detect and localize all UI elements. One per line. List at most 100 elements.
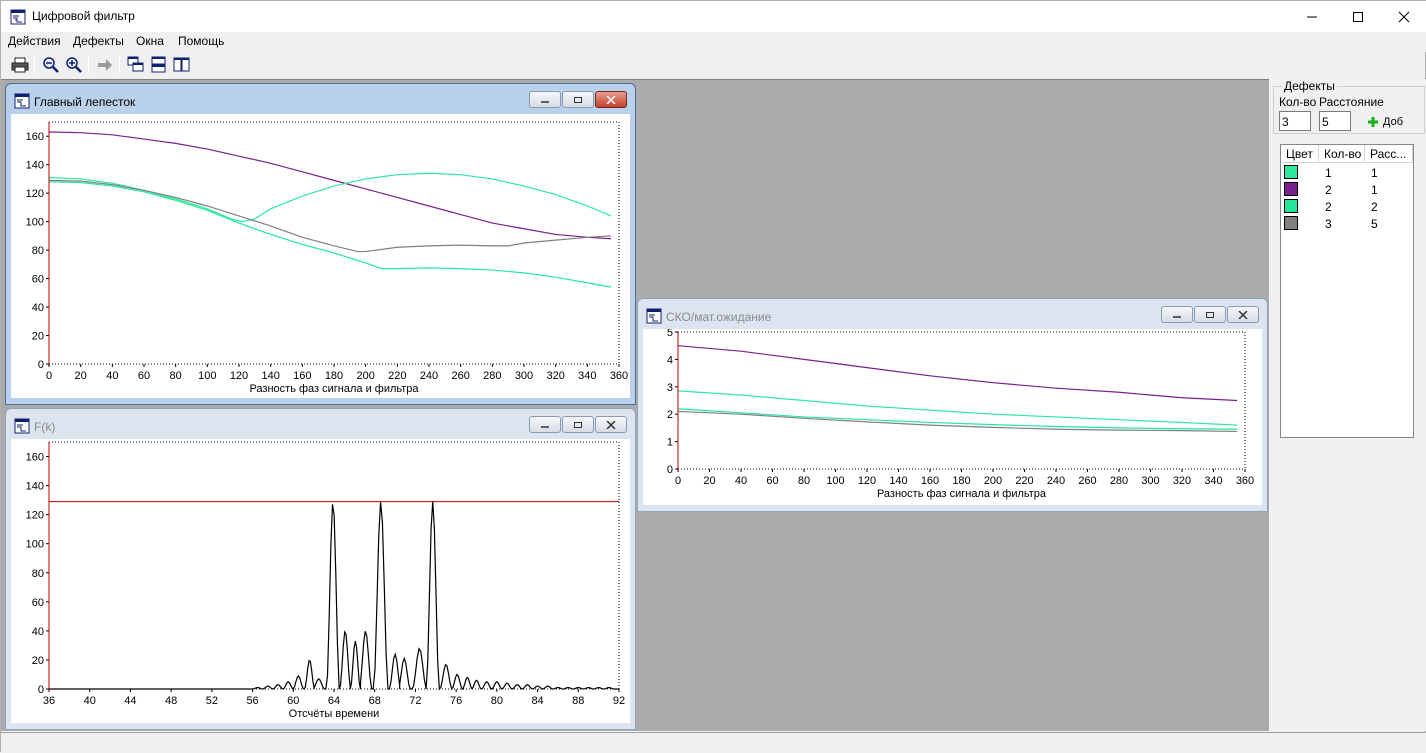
x-tick-label: 180 xyxy=(325,370,343,382)
arrow-right-icon xyxy=(98,59,112,71)
y-tick-label: 80 xyxy=(32,568,44,580)
window-icon xyxy=(646,308,662,327)
child-close-button[interactable] xyxy=(595,416,627,433)
cascade-button[interactable] xyxy=(126,55,146,75)
x-tick-label: 48 xyxy=(165,695,177,707)
child-minimize-button[interactable] xyxy=(529,416,561,433)
x-tick-label: 40 xyxy=(735,475,747,487)
app-icon xyxy=(10,9,26,28)
print-button[interactable] xyxy=(10,55,30,75)
list-item[interactable]: 2 1 xyxy=(1281,181,1413,198)
close-icon xyxy=(606,95,616,104)
y-tick-label: 2 xyxy=(667,409,673,421)
child-restore-button[interactable] xyxy=(562,91,594,108)
y-tick-label: 40 xyxy=(32,626,44,638)
fk-chart: 36 40 44 48 52 56 60 64 68 72 76 80 84 88 92 0 20 40 60 80 1… xyxy=(11,439,630,723)
fk-titlebar[interactable]: F(k) xyxy=(6,409,635,437)
list-item[interactable]: 3 5 xyxy=(1281,215,1413,232)
tile-vertical-button[interactable] xyxy=(172,55,192,75)
series-line-0 xyxy=(48,131,612,240)
y-tick-label: 3 xyxy=(667,382,673,394)
toolbar-separator xyxy=(119,56,120,74)
main-lobe-titlebar[interactable]: Главный лепесток xyxy=(6,84,635,112)
menu-actions[interactable]: Действия xyxy=(8,34,61,48)
series-line-2 xyxy=(48,181,612,288)
x-tick-label: 80 xyxy=(491,695,503,707)
menu-defects[interactable]: Дефекты xyxy=(73,34,124,48)
fk-window[interactable]: F(k) 36 40 44 48 52 56 60 64 68 72 76 80 84 88 92 0 20 40… xyxy=(5,408,636,730)
x-tick-label: 140 xyxy=(261,370,279,382)
distance-label: Расстояние xyxy=(1319,95,1384,109)
child-minimize-button[interactable] xyxy=(529,91,561,108)
count-input[interactable]: 3 xyxy=(1279,111,1311,131)
distance-input[interactable]: 5 xyxy=(1319,111,1351,131)
printer-icon xyxy=(11,57,29,73)
y-tick-label: 140 xyxy=(26,160,44,172)
series-line-1 xyxy=(677,390,1238,426)
main-lobe-window[interactable]: Главный лепесток 0 20 40 60 80 100 120 140 160 18… xyxy=(5,83,636,405)
y-tick-label: 60 xyxy=(32,274,44,286)
sko-plot: 0 20 40 60 80 100 120 140 160 180 200 220 240 260 280 3… xyxy=(667,327,1254,500)
maximize-icon xyxy=(1353,11,1363,22)
color-swatch xyxy=(1284,216,1298,230)
child-restore-button[interactable] xyxy=(562,416,594,433)
sko-window[interactable]: СКО/мат.ожидание 0 20 40 60 80 100 120 140 160 18… xyxy=(637,298,1268,512)
child-restore-button[interactable] xyxy=(1194,306,1226,323)
x-tick-label: 80 xyxy=(170,370,182,382)
column-color[interactable]: Цвет xyxy=(1281,145,1319,163)
menu-windows[interactable]: Окна xyxy=(136,34,164,48)
sko-title: СКО/мат.ожидание xyxy=(666,310,772,324)
plot-frame xyxy=(49,121,620,364)
y-tick-label: 1 xyxy=(667,437,673,449)
y-tick-label: 120 xyxy=(26,510,44,522)
forward-button[interactable] xyxy=(95,55,115,75)
y-tick-label: 80 xyxy=(32,245,44,257)
maximize-button[interactable] xyxy=(1335,1,1381,32)
restore-icon xyxy=(574,421,582,428)
zoom-out-button[interactable] xyxy=(41,55,61,75)
list-item[interactable]: 1 1 xyxy=(1281,164,1413,181)
y-tick-label: 140 xyxy=(26,481,44,493)
x-tick-label: 52 xyxy=(206,695,218,707)
x-tick-label: 200 xyxy=(984,475,1002,487)
y-tick-label: 160 xyxy=(26,131,44,143)
x-tick-label: 320 xyxy=(1173,475,1191,487)
x-tick-label: 60 xyxy=(138,370,150,382)
child-close-button[interactable] xyxy=(595,91,627,108)
plot-frame xyxy=(49,441,620,689)
zoom-in-button[interactable] xyxy=(64,55,84,75)
close-icon xyxy=(606,420,616,429)
sko-titlebar[interactable]: СКО/мат.ожидание xyxy=(638,299,1267,327)
column-distance[interactable]: Расс... xyxy=(1365,145,1413,163)
app-title: Цифровой фильтр xyxy=(32,9,135,23)
distance-cell: 1 xyxy=(1371,183,1378,197)
tile-horizontal-button[interactable] xyxy=(149,55,169,75)
menu-help[interactable]: Помощь xyxy=(178,34,224,48)
x-tick-label: 240 xyxy=(1047,475,1065,487)
x-tick-label: 220 xyxy=(388,370,406,382)
child-minimize-button[interactable] xyxy=(1161,306,1193,323)
add-defect-button[interactable]: Доб xyxy=(1367,116,1403,128)
x-tick-label: 200 xyxy=(356,370,374,382)
minimize-button[interactable] xyxy=(1289,1,1335,32)
y-tick-label: 4 xyxy=(667,354,673,366)
child-close-button[interactable] xyxy=(1227,306,1259,323)
close-icon xyxy=(1398,11,1410,22)
x-tick-label: 84 xyxy=(531,695,543,707)
x-tick-label: 360 xyxy=(1236,475,1254,487)
main-lobe-title: Главный лепесток xyxy=(34,95,136,109)
y-tick-label: 5 xyxy=(667,329,673,339)
status-bar xyxy=(1,732,1426,753)
list-item[interactable]: 2 2 xyxy=(1281,198,1413,215)
fk-plot: 36 40 44 48 52 56 60 64 68 72 76 80 84 88 92 0 20 40 60 80 1… xyxy=(26,441,625,720)
column-count[interactable]: Кол-во xyxy=(1319,145,1365,163)
close-button[interactable] xyxy=(1381,1,1426,32)
y-tick-label: 0 xyxy=(667,464,673,476)
y-tick-label: 20 xyxy=(32,331,44,343)
x-tick-label: 220 xyxy=(1015,475,1033,487)
minimize-icon xyxy=(1307,16,1317,17)
restore-icon xyxy=(1206,311,1214,318)
x-tick-label: 260 xyxy=(1078,475,1096,487)
color-swatch xyxy=(1284,165,1298,179)
defects-list[interactable]: Цвет Кол-во Расс... 1 1 2 1 2 2 3 5 xyxy=(1280,144,1414,438)
